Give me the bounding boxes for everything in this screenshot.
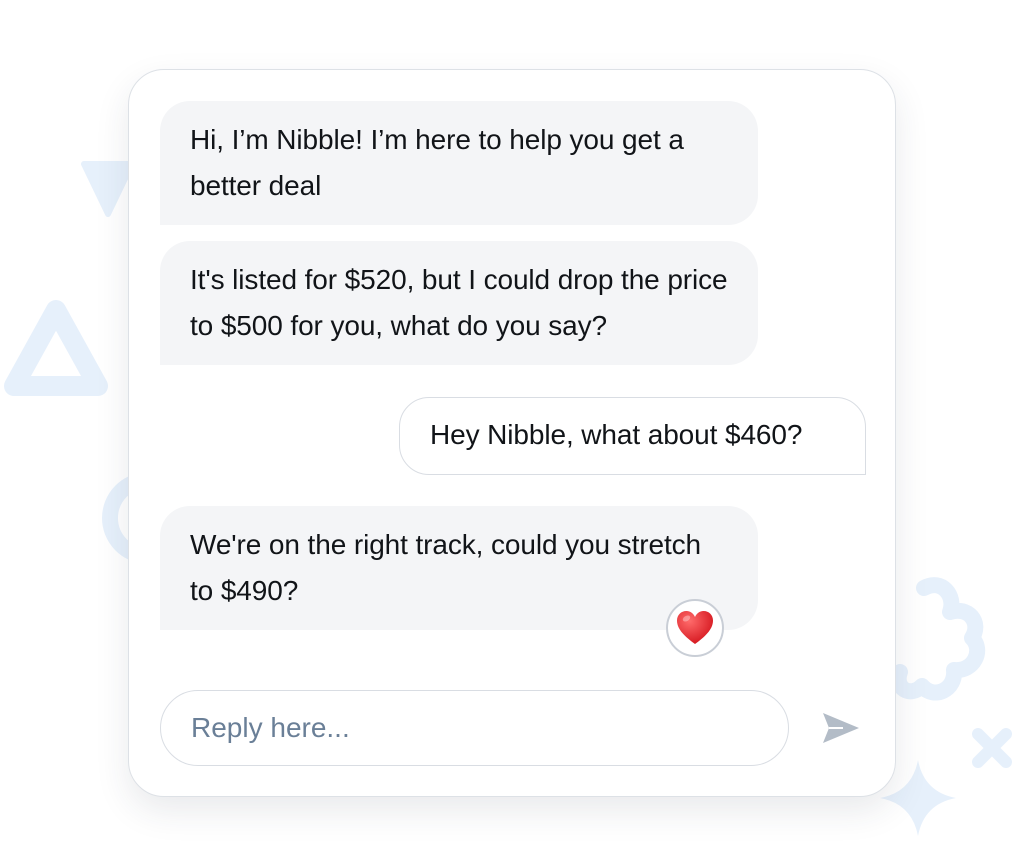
user-message: Hey Nibble, what about $460?	[399, 397, 866, 475]
bot-message: It's listed for $520, but I could drop t…	[160, 241, 758, 365]
bot-message: Hi, I’m Nibble! I’m here to help you get…	[160, 101, 758, 225]
send-icon	[823, 713, 859, 743]
decor-triangle-outline-icon	[4, 300, 108, 396]
decor-flower-icon	[890, 577, 986, 701]
decor-cross-icon	[972, 728, 1012, 768]
reply-input[interactable]	[160, 690, 789, 766]
heart-icon	[677, 611, 713, 644]
send-button[interactable]	[817, 706, 865, 750]
bot-message: We're on the right track, could you stre…	[160, 506, 758, 630]
message-reaction[interactable]	[666, 599, 724, 657]
chat-window: Hi, I’m Nibble! I’m here to help you get…	[128, 69, 896, 797]
